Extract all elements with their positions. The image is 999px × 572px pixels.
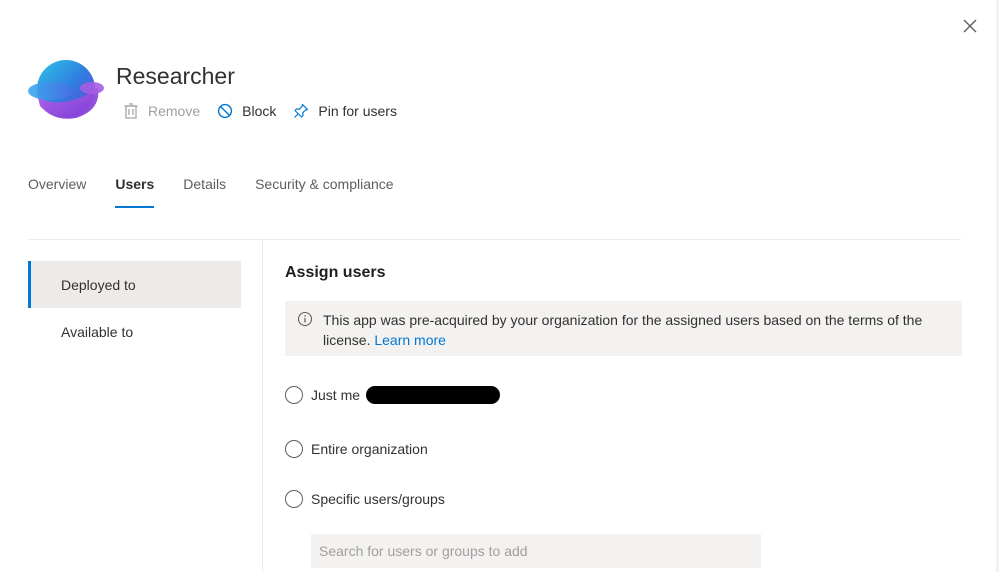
side-nav: Deployed to Available to (28, 261, 241, 355)
tab-overview[interactable]: Overview (28, 172, 86, 208)
radio-circle[interactable] (285, 386, 303, 404)
radio-option-just-me[interactable]: Just me (285, 386, 501, 404)
block-label: Block (242, 103, 277, 119)
radio-circle[interactable] (285, 490, 303, 508)
remove-label: Remove (148, 103, 201, 119)
radio-option-specific-users-groups[interactable]: Specific users/groups (285, 490, 445, 508)
app-details-panel: Researcher Remove Block Pin for users Ov… (0, 0, 999, 572)
pin-icon (292, 102, 310, 120)
close-button[interactable] (958, 14, 982, 38)
pin-for-users-button[interactable]: Pin for users (292, 102, 397, 120)
tab-details[interactable]: Details (183, 172, 226, 208)
close-icon (963, 19, 977, 33)
block-icon (216, 102, 234, 120)
app-action-bar: Remove Block Pin for users (122, 99, 413, 123)
radio-label: Entire organization (311, 441, 428, 457)
tab-security-compliance[interactable]: Security & compliance (255, 172, 394, 208)
learn-more-link[interactable]: Learn more (374, 332, 446, 348)
block-button[interactable]: Block (216, 102, 276, 120)
radio-circle[interactable] (285, 440, 303, 458)
radio-label: Specific users/groups (311, 491, 445, 507)
radio-option-entire-organization[interactable]: Entire organization (285, 440, 428, 458)
tab-bar: Overview Users Details Security & compli… (28, 172, 423, 208)
tab-users[interactable]: Users (115, 172, 154, 208)
search-users-groups-input[interactable] (311, 534, 761, 568)
researcher-app-icon (28, 60, 104, 119)
redacted-user-email (366, 386, 501, 404)
trash-icon (122, 102, 140, 120)
tabs-divider (28, 239, 961, 240)
remove-button[interactable]: Remove (122, 102, 200, 120)
pin-label: Pin for users (318, 103, 397, 119)
assign-users-heading: Assign users (285, 264, 386, 281)
side-nav-available-to[interactable]: Available to (28, 308, 241, 355)
side-nav-deployed-to[interactable]: Deployed to (28, 261, 241, 308)
info-icon (297, 311, 313, 327)
app-title: Researcher (116, 63, 235, 89)
radio-label: Just me (311, 387, 361, 403)
info-message-bar: This app was pre-acquired by your organi… (285, 301, 962, 356)
content-divider (262, 240, 263, 572)
